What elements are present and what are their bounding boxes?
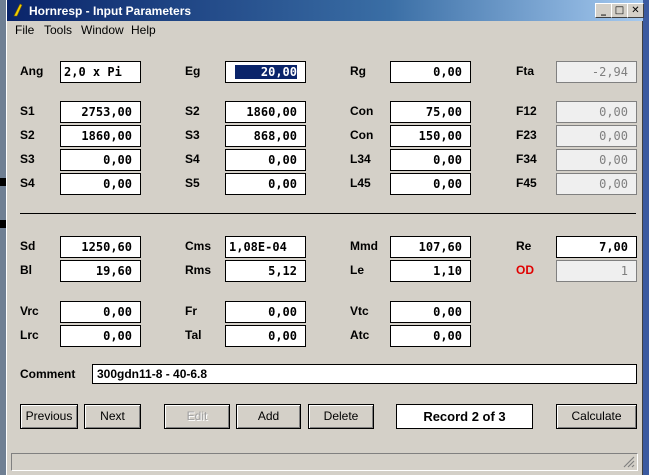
lrc-field[interactable]: 0,00 bbox=[60, 325, 141, 347]
s2-field-left[interactable]: 1860,00 bbox=[60, 125, 141, 147]
next-button[interactable]: Next bbox=[84, 404, 141, 429]
label-vrc: Vrc bbox=[20, 304, 39, 318]
window-title: Hornresp - Input Parameters bbox=[29, 4, 192, 18]
previous-button[interactable]: Previous bbox=[20, 404, 78, 429]
s4-field-right[interactable]: 0,00 bbox=[225, 149, 306, 171]
label-eg: Eg bbox=[185, 64, 201, 78]
label-l34: L34 bbox=[350, 152, 371, 166]
label-fta: Fta bbox=[516, 64, 534, 78]
atc-field[interactable]: 0,00 bbox=[390, 325, 471, 347]
section-divider bbox=[20, 213, 636, 214]
rg-field[interactable]: 0,00 bbox=[390, 61, 471, 83]
menu-file[interactable]: File bbox=[15, 23, 34, 37]
f12-field: 0,00 bbox=[556, 101, 637, 123]
label-f45: F45 bbox=[516, 176, 537, 190]
bl-field[interactable]: 19,60 bbox=[60, 260, 141, 282]
s3-field-left[interactable]: 0,00 bbox=[60, 149, 141, 171]
label-s1: S1 bbox=[20, 104, 35, 118]
hornresp-app-icon bbox=[13, 3, 23, 17]
rms-field[interactable]: 5,12 bbox=[225, 260, 306, 282]
con2-field[interactable]: 150,00 bbox=[390, 125, 471, 147]
f34-field: 0,00 bbox=[556, 149, 637, 171]
label-od: OD bbox=[516, 263, 534, 277]
label-vtc: Vtc bbox=[350, 304, 369, 318]
minimize-button[interactable]: _ bbox=[595, 3, 612, 18]
maximize-button[interactable]: □ bbox=[611, 3, 628, 18]
resize-grip-icon[interactable] bbox=[623, 456, 635, 468]
label-con-2: Con bbox=[350, 128, 374, 142]
mmd-field[interactable]: 107,60 bbox=[390, 236, 471, 258]
label-rg: Rg bbox=[350, 64, 366, 78]
s1-field[interactable]: 2753,00 bbox=[60, 101, 141, 123]
label-comment: Comment bbox=[20, 367, 76, 381]
con1-field[interactable]: 75,00 bbox=[390, 101, 471, 123]
edit-button[interactable]: Edit bbox=[164, 404, 230, 429]
record-indicator: Record 2 of 3 bbox=[396, 404, 533, 429]
label-s4-left: S4 bbox=[20, 176, 35, 190]
label-f23: F23 bbox=[516, 128, 537, 142]
label-f12: F12 bbox=[516, 104, 537, 118]
label-tal: Tal bbox=[185, 328, 202, 342]
label-s3-left: S3 bbox=[20, 152, 35, 166]
label-lrc: Lrc bbox=[20, 328, 39, 342]
label-l45: L45 bbox=[350, 176, 371, 190]
label-con-1: Con bbox=[350, 104, 374, 118]
menu-tools[interactable]: Tools bbox=[44, 23, 72, 37]
input-parameters-window: Hornresp - Input Parameters _ □ ✕ File T… bbox=[6, 0, 644, 475]
label-rms: Rms bbox=[185, 263, 212, 277]
re-field[interactable]: 7,00 bbox=[556, 236, 637, 258]
label-s2-right: S2 bbox=[185, 104, 200, 118]
label-s4-right: S4 bbox=[185, 152, 200, 166]
desktop-strip-right bbox=[643, 0, 649, 475]
menu-window[interactable]: Window bbox=[81, 23, 124, 37]
s4-field-left[interactable]: 0,00 bbox=[60, 173, 141, 195]
le-field[interactable]: 1,10 bbox=[390, 260, 471, 282]
eg-value: 20,00 bbox=[234, 65, 297, 79]
label-f34: F34 bbox=[516, 152, 537, 166]
label-s5: S5 bbox=[185, 176, 200, 190]
s5-field[interactable]: 0,00 bbox=[225, 173, 306, 195]
od-field: 1 bbox=[556, 260, 637, 282]
sd-field[interactable]: 1250,60 bbox=[60, 236, 141, 258]
label-bl: Bl bbox=[20, 263, 32, 277]
s3-field-right[interactable]: 868,00 bbox=[225, 125, 306, 147]
calculate-button[interactable]: Calculate bbox=[556, 404, 637, 429]
l45-field[interactable]: 0,00 bbox=[390, 173, 471, 195]
comment-field[interactable]: 300gdn11-8 - 40-6.8 bbox=[92, 364, 637, 384]
s2-field-right[interactable]: 1860,00 bbox=[225, 101, 306, 123]
label-atc: Atc bbox=[350, 328, 370, 342]
tal-field[interactable]: 0,00 bbox=[225, 325, 306, 347]
vrc-field[interactable]: 0,00 bbox=[60, 301, 141, 323]
f45-field: 0,00 bbox=[556, 173, 637, 195]
fta-field: -2,94 bbox=[556, 61, 637, 83]
status-bar bbox=[11, 453, 638, 471]
delete-button[interactable]: Delete bbox=[308, 404, 374, 429]
label-ang: Ang bbox=[20, 64, 44, 78]
f23-field: 0,00 bbox=[556, 125, 637, 147]
label-re: Re bbox=[516, 239, 532, 253]
label-s2-left: S2 bbox=[20, 128, 35, 142]
label-sd: Sd bbox=[20, 239, 36, 253]
title-bar[interactable]: Hornresp - Input Parameters _ □ ✕ bbox=[7, 0, 644, 21]
label-mmd: Mmd bbox=[350, 239, 378, 253]
vtc-field[interactable]: 0,00 bbox=[390, 301, 471, 323]
fr-field[interactable]: 0,00 bbox=[225, 301, 306, 323]
eg-field[interactable]: 20,00 bbox=[225, 61, 306, 83]
label-s3-right: S3 bbox=[185, 128, 200, 142]
label-fr: Fr bbox=[185, 304, 197, 318]
label-cms: Cms bbox=[185, 239, 212, 253]
close-button[interactable]: ✕ bbox=[627, 3, 644, 18]
ang-field[interactable]: 2,0 x Pi bbox=[60, 61, 141, 83]
menu-bar: File Tools Window Help bbox=[7, 21, 643, 39]
l34-field[interactable]: 0,00 bbox=[390, 149, 471, 171]
add-button[interactable]: Add bbox=[236, 404, 301, 429]
label-le: Le bbox=[350, 263, 365, 277]
menu-help[interactable]: Help bbox=[131, 23, 156, 37]
cms-field[interactable]: 1,08E-04 bbox=[225, 236, 306, 258]
